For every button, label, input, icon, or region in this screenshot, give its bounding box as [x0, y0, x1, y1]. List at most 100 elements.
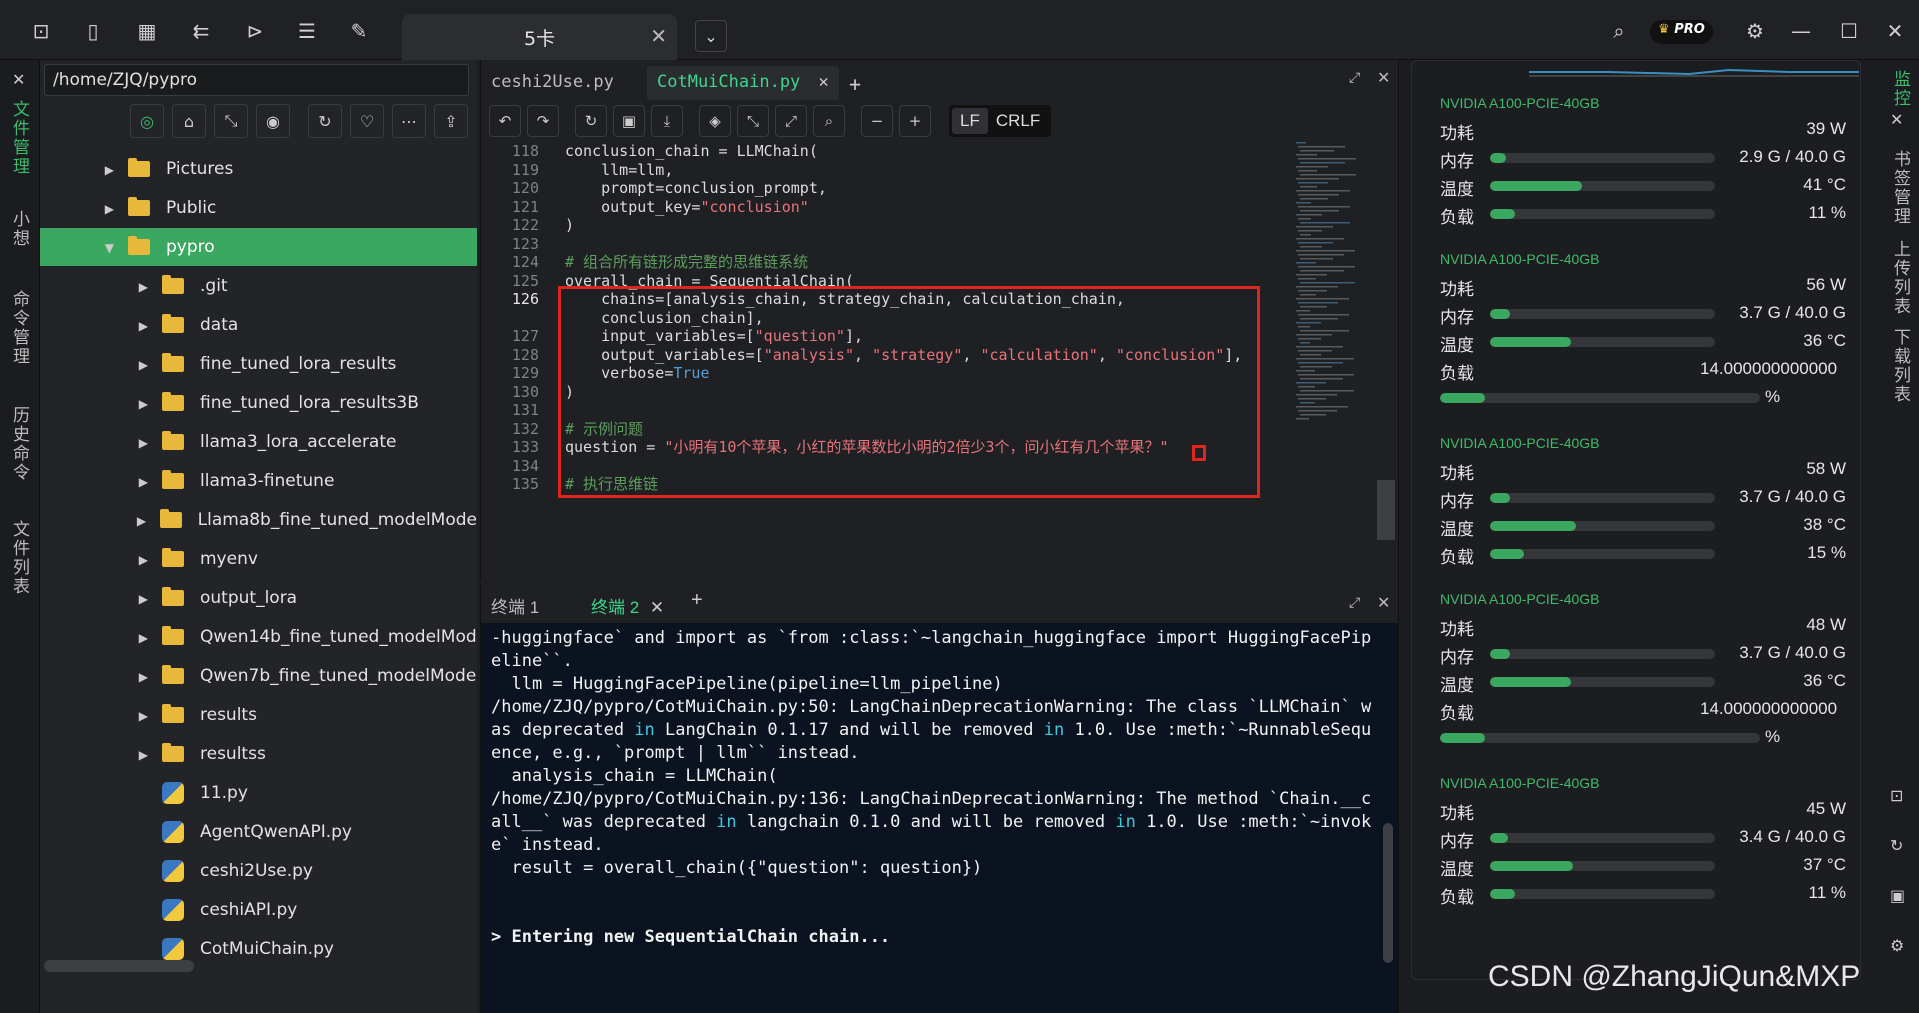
- refresh-icon[interactable]: ↻: [575, 105, 607, 137]
- path-input[interactable]: [44, 64, 469, 96]
- close-window-icon[interactable]: ✕: [1880, 16, 1910, 46]
- close-icon[interactable]: ✕: [1377, 593, 1390, 612]
- vertical-scrollbar[interactable]: [1383, 823, 1393, 963]
- rail-item-assistant[interactable]: 小想: [8, 210, 32, 248]
- terminal-icon[interactable]: ⊡: [26, 16, 56, 46]
- close-icon[interactable]: ✕: [12, 70, 25, 89]
- home-icon[interactable]: ⌂: [172, 104, 206, 138]
- caret-right-icon[interactable]: ▶: [137, 514, 146, 528]
- rail-item-bookmarks[interactable]: 书签管理: [1888, 150, 1913, 226]
- folder-item[interactable]: ▶ Public: [40, 189, 477, 227]
- caret-right-icon[interactable]: ▶: [139, 475, 148, 489]
- caret-down-icon[interactable]: ▼: [105, 241, 114, 255]
- eye-icon[interactable]: ◉: [256, 104, 290, 138]
- pro-badge[interactable]: ♛ PRO: [1650, 20, 1713, 44]
- close-icon[interactable]: ✕: [819, 72, 829, 92]
- editor-tab-ceshi2use[interactable]: ceshi2Use.py: [481, 66, 624, 100]
- redo-icon[interactable]: ↷: [527, 105, 559, 137]
- folder-item[interactable]: ▶ results: [40, 696, 477, 734]
- folder-item[interactable]: ▶ resultss: [40, 735, 477, 773]
- gear-icon[interactable]: ⚙: [1740, 16, 1770, 46]
- caret-right-icon[interactable]: ▶: [139, 436, 148, 450]
- crlf-button[interactable]: CRLF: [988, 108, 1048, 134]
- terminal-tab-2[interactable]: 终端 2 ✕: [591, 593, 664, 618]
- download-icon[interactable]: ⤓: [651, 105, 683, 137]
- terminal-icon[interactable]: ⊡: [1890, 786, 1903, 805]
- add-tab-icon[interactable]: +: [839, 66, 871, 100]
- close-icon[interactable]: ✕: [650, 598, 664, 617]
- tree-icon[interactable]: ⇇: [186, 16, 216, 46]
- caret-right-icon[interactable]: ▶: [139, 592, 148, 606]
- zoom-out-icon[interactable]: −: [861, 105, 893, 137]
- maximize-icon[interactable]: ☐: [1834, 16, 1864, 46]
- save-icon[interactable]: ▣: [1890, 886, 1905, 905]
- lf-button[interactable]: LF: [952, 108, 988, 134]
- horizontal-scrollbar[interactable]: [44, 960, 194, 972]
- fullscreen-icon[interactable]: ⤢: [775, 105, 807, 137]
- more-icon[interactable]: ⋯: [392, 104, 426, 138]
- expand-icon[interactable]: ⤢: [1349, 595, 1360, 611]
- close-icon[interactable]: ✕: [1890, 110, 1903, 129]
- search-icon[interactable]: ⌕: [1604, 16, 1634, 46]
- console-icon[interactable]: ⊳: [240, 16, 270, 46]
- folder-item[interactable]: ▶ fine_tuned_lora_results: [40, 345, 477, 383]
- session-tab[interactable]: 5卡 ✕: [402, 14, 677, 60]
- compass-icon[interactable]: ◈: [699, 105, 731, 137]
- close-icon[interactable]: ✕: [1377, 68, 1390, 87]
- terminal-output[interactable]: -huggingface` and import as `from :class…: [491, 627, 1381, 949]
- chevron-down-icon[interactable]: ⌄: [695, 20, 727, 52]
- add-terminal-icon[interactable]: +: [691, 589, 703, 612]
- folder-item[interactable]: ▶ llama3-finetune: [40, 462, 477, 500]
- undo-icon[interactable]: ↶: [489, 105, 521, 137]
- rail-item-command-manager[interactable]: 命令管理: [8, 290, 32, 366]
- terminal-tab-1[interactable]: 终端 1: [491, 593, 539, 618]
- folder-item[interactable]: ▶ llama3_lora_accelerate: [40, 423, 477, 461]
- file-item[interactable]: ceshiAPI.py: [40, 891, 477, 929]
- rail-item-file-list[interactable]: 文件列表: [8, 520, 32, 596]
- rail-item-history[interactable]: 历史命令: [8, 406, 32, 482]
- refresh-icon[interactable]: ↻: [308, 104, 342, 138]
- caret-right-icon[interactable]: ▶: [139, 748, 148, 762]
- caret-right-icon[interactable]: ▶: [105, 163, 114, 177]
- file-item[interactable]: ceshi2Use.py: [40, 852, 477, 890]
- folder-item[interactable]: ▼ pypro: [40, 228, 477, 266]
- vertical-scrollbar[interactable]: [1377, 480, 1395, 540]
- expand-icon[interactable]: ⤢: [1349, 70, 1360, 86]
- minimap[interactable]: [1294, 142, 1374, 442]
- file-icon[interactable]: ▯: [78, 16, 108, 46]
- shrink-icon[interactable]: ⤡: [737, 105, 769, 137]
- zoom-in-icon[interactable]: +: [899, 105, 931, 137]
- caret-right-icon[interactable]: ▶: [139, 631, 148, 645]
- caret-right-icon[interactable]: ▶: [139, 553, 148, 567]
- locate-icon[interactable]: ◎: [130, 104, 164, 138]
- collapse-icon[interactable]: ⤡: [214, 104, 248, 138]
- upload-icon[interactable]: ⇪: [434, 104, 468, 138]
- folder-item[interactable]: ▶ output_lora: [40, 579, 477, 617]
- folder-item[interactable]: ▶ Qwen7b_fine_tuned_modelMode: [40, 657, 477, 695]
- close-icon[interactable]: ✕: [650, 24, 667, 48]
- caret-right-icon[interactable]: ▶: [139, 397, 148, 411]
- folder-item[interactable]: ▶ Llama8b_fine_tuned_modelMode: [40, 501, 477, 539]
- folder-item[interactable]: ▶ myenv: [40, 540, 477, 578]
- heart-icon[interactable]: ♡: [350, 104, 384, 138]
- folder-item[interactable]: ▶ data: [40, 306, 477, 344]
- rail-item-upload-list[interactable]: 上传列表: [1888, 240, 1913, 316]
- folder-item[interactable]: ▶ fine_tuned_lora_results3B: [40, 384, 477, 422]
- layout-icon[interactable]: ▦: [132, 16, 162, 46]
- rail-item-monitor[interactable]: 监控: [1888, 70, 1913, 108]
- caret-right-icon[interactable]: ▶: [139, 709, 148, 723]
- save-icon[interactable]: ▣: [613, 105, 645, 137]
- list-icon[interactable]: ☰: [292, 16, 322, 46]
- file-item[interactable]: 11.py: [40, 774, 477, 812]
- caret-right-icon[interactable]: ▶: [105, 202, 114, 216]
- folder-item[interactable]: ▶ Qwen14b_fine_tuned_modelMod: [40, 618, 477, 656]
- wrench-icon[interactable]: ✎: [344, 16, 374, 46]
- editor-tab-cotmuichain[interactable]: CotMuiChain.py ✕: [647, 66, 839, 100]
- caret-right-icon[interactable]: ▶: [139, 358, 148, 372]
- folder-item[interactable]: ▶ Pictures: [40, 150, 477, 188]
- gear-icon[interactable]: ⚙: [1890, 936, 1904, 955]
- rail-item-file-manager[interactable]: 文件管理: [8, 100, 32, 176]
- folder-item[interactable]: ▶ .git: [40, 267, 477, 305]
- search-icon[interactable]: ⌕: [813, 105, 845, 137]
- file-item[interactable]: AgentQwenAPI.py: [40, 813, 477, 851]
